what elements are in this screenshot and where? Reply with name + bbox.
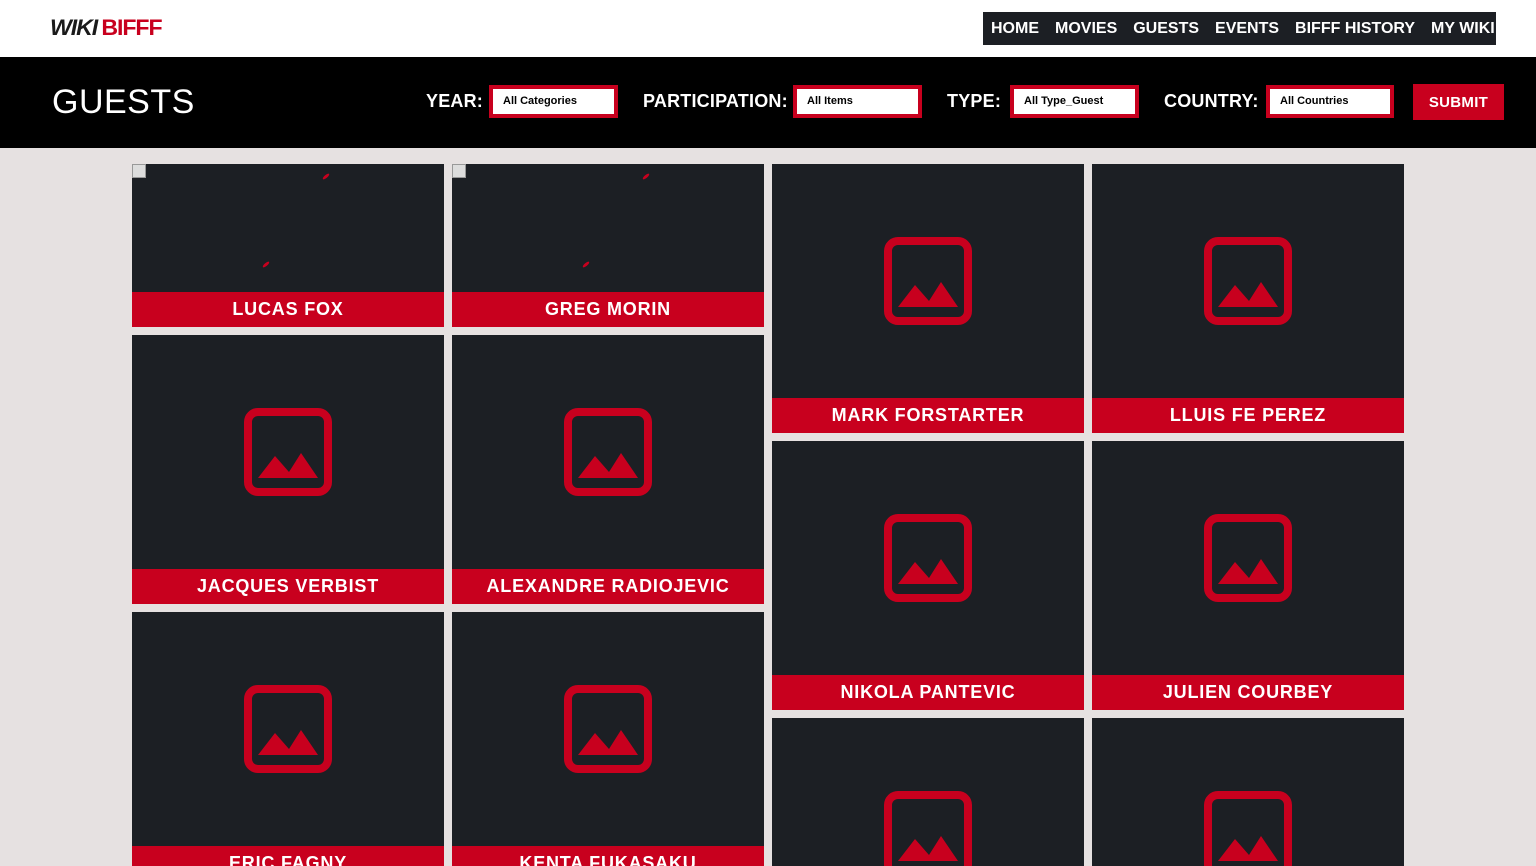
- guest-name: LLUIS FE PEREZ: [1092, 398, 1404, 433]
- image-fragment: [321, 172, 331, 181]
- guest-photo: [132, 612, 444, 846]
- type-label: TYPE:: [947, 91, 1002, 111]
- broken-image-icon: [132, 164, 146, 178]
- filter-bar: GUESTS YEAR: All Categories PARTICIPATIO…: [0, 57, 1536, 148]
- guest-photo: [452, 164, 764, 292]
- nav-events[interactable]: EVENTS: [1215, 20, 1279, 38]
- logo-wiki-text: WIKI: [50, 15, 98, 40]
- guest-name: GREG MORIN: [452, 292, 764, 327]
- image-placeholder-icon: [1204, 514, 1292, 602]
- guest-card[interactable]: [772, 718, 1084, 866]
- nav-guests[interactable]: GUESTS: [1133, 20, 1199, 38]
- guest-photo: [132, 335, 444, 569]
- guest-photo: [452, 612, 764, 846]
- nav-home[interactable]: HOME: [991, 20, 1039, 38]
- image-placeholder-icon: [564, 408, 652, 496]
- guest-card[interactable]: JACQUES VERBIST: [132, 335, 444, 604]
- guest-name: ERIC FAGNY: [132, 846, 444, 866]
- image-placeholder-icon: [884, 514, 972, 602]
- image-placeholder-icon: [884, 791, 972, 866]
- guest-card[interactable]: LUCAS FOX: [132, 164, 444, 327]
- guest-card[interactable]: LLUIS FE PEREZ: [1092, 164, 1404, 433]
- image-fragment: [261, 260, 271, 269]
- participation-label: PARTICIPATION:: [643, 91, 788, 111]
- guest-card[interactable]: ALEXANDRE RADIOJEVIC: [452, 335, 764, 604]
- caret-down-icon: ▼: [1508, 23, 1518, 34]
- participation-select[interactable]: All Items: [793, 85, 922, 118]
- guest-name: ALEXANDRE RADIOJEVIC: [452, 569, 764, 604]
- guest-name: KENTA FUKASAKU: [452, 846, 764, 866]
- guest-card[interactable]: ERIC FAGNY: [132, 612, 444, 866]
- image-placeholder-icon: [244, 685, 332, 773]
- guest-photo: [1092, 441, 1404, 675]
- image-placeholder-icon: [1204, 237, 1292, 325]
- top-header: WIKI BIFFF HOME MOVIES GUESTS EVENTS BIF…: [0, 0, 1536, 57]
- year-label: YEAR:: [426, 91, 484, 111]
- wikibifff-logo[interactable]: WIKI BIFFF: [50, 15, 163, 40]
- guest-photo: [1092, 164, 1404, 398]
- guest-photo: [772, 718, 1084, 866]
- image-fragment: [641, 172, 651, 181]
- page-title: GUESTS: [52, 83, 195, 121]
- guest-photo: [772, 164, 1084, 398]
- broken-image-icon: [452, 164, 466, 178]
- image-placeholder-icon: [244, 408, 332, 496]
- guest-card[interactable]: [1092, 718, 1404, 866]
- guest-photo: [1092, 718, 1404, 866]
- guest-name: JACQUES VERBIST: [132, 569, 444, 604]
- guest-card[interactable]: MARK FORSTARTER: [772, 164, 1084, 433]
- image-placeholder-icon: [564, 685, 652, 773]
- guest-card[interactable]: GREG MORIN: [452, 164, 764, 327]
- main-nav: HOME MOVIES GUESTS EVENTS BIFFF HISTORY …: [983, 12, 1518, 45]
- guest-card[interactable]: NIKOLA PANTEVIC: [772, 441, 1084, 710]
- submit-button[interactable]: SUBMIT: [1413, 84, 1504, 120]
- guest-photo: [772, 441, 1084, 675]
- year-select[interactable]: All Categories: [489, 85, 618, 118]
- guest-name: JULIEN COURBEY: [1092, 675, 1404, 710]
- guest-name: LUCAS FOX: [132, 292, 444, 327]
- nav-my-wiki-label: MY WIKI: [1431, 19, 1495, 37]
- nav-my-wiki[interactable]: MY WIKI ▼: [1431, 20, 1518, 38]
- image-fragment: [581, 260, 591, 269]
- guest-photo: [452, 335, 764, 569]
- image-placeholder-icon: [1204, 791, 1292, 866]
- logo-bifff-text: BIFFF: [101, 15, 162, 40]
- country-label: COUNTRY:: [1164, 91, 1259, 111]
- guest-photo: [132, 164, 444, 292]
- type-select[interactable]: All Type_Guest: [1010, 85, 1139, 118]
- guest-name: NIKOLA PANTEVIC: [772, 675, 1084, 710]
- guest-card[interactable]: KENTA FUKASAKU: [452, 612, 764, 866]
- country-select[interactable]: All Countries: [1266, 85, 1394, 118]
- nav-bifff-history[interactable]: BIFFF HISTORY: [1295, 20, 1415, 38]
- nav-movies[interactable]: MOVIES: [1055, 20, 1117, 38]
- guest-name: MARK FORSTARTER: [772, 398, 1084, 433]
- guest-card[interactable]: JULIEN COURBEY: [1092, 441, 1404, 710]
- image-placeholder-icon: [884, 237, 972, 325]
